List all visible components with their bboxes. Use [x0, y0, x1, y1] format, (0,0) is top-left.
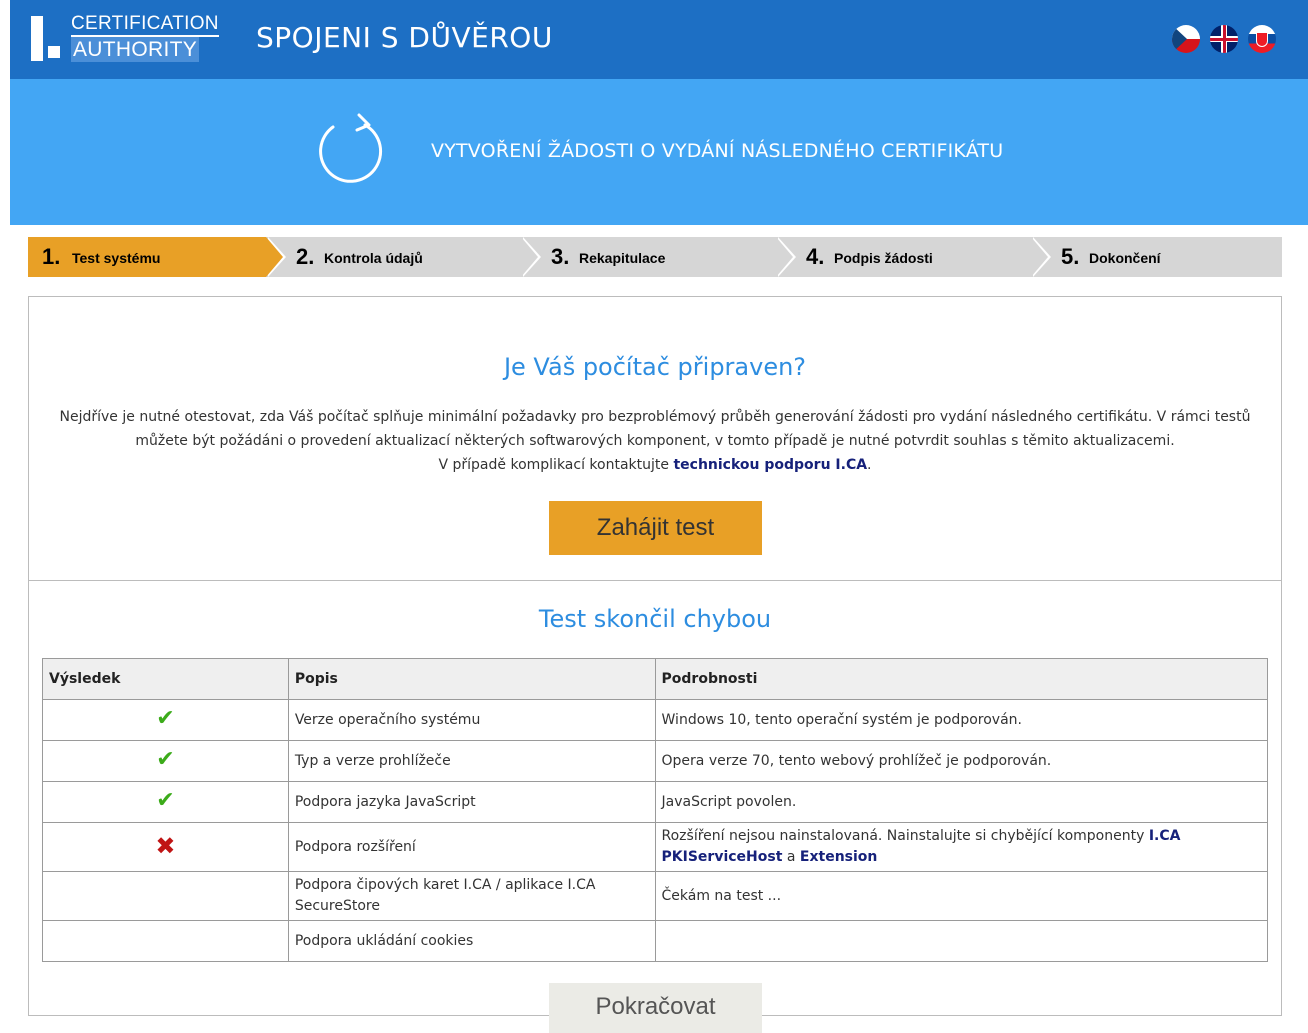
section-divider	[29, 580, 1281, 581]
step-5[interactable]: 5. Dokončení	[1031, 237, 1282, 277]
description-cell: Verze operačního systému	[287, 699, 656, 741]
table-row: Podpora ukládání cookies	[42, 920, 1269, 962]
table-row: ✔ Verze operačního systému Windows 10, t…	[42, 699, 1269, 741]
contact-suffix: .	[867, 457, 872, 473]
step-label: Podpis žádosti	[834, 250, 933, 266]
step-4[interactable]: 4. Podpis žádosti	[776, 237, 1051, 277]
support-link[interactable]: technickou podporu I.CA	[673, 457, 867, 473]
step-3[interactable]: 3. Rekapitulace	[521, 237, 796, 277]
detail-cell	[654, 920, 1269, 962]
result-cell	[42, 871, 289, 921]
extension-link[interactable]: Extension	[800, 849, 877, 865]
language-switcher	[1172, 25, 1276, 55]
detail-cell: Opera verze 70, tento webový prohlížeč j…	[654, 740, 1269, 782]
contact-prefix: V případě komplikací kontaktujte	[438, 457, 669, 473]
table-row: ✖ Podpora rozšíření Rozšíření nejsou nai…	[42, 822, 1269, 872]
description-cell: Typ a verze prohlížeče	[287, 740, 656, 782]
czech-flag-icon[interactable]	[1172, 25, 1200, 53]
step-label: Test systému	[72, 250, 161, 266]
step-label: Rekapitulace	[579, 250, 666, 266]
top-header: CERTIFICATION AUTHORITY SPOJENI S DŮVĚRO…	[10, 0, 1308, 79]
logo-line1: CERTIFICATION	[71, 13, 219, 37]
step-number: 1.	[42, 244, 61, 269]
slogan: SPOJENI S DŮVĚROU	[256, 21, 553, 54]
detail-conjunction: a	[786, 849, 796, 865]
step-number: 4.	[806, 244, 825, 269]
result-cell: ✖	[42, 822, 289, 872]
result-cell	[42, 920, 289, 962]
description-cell: Podpora rozšíření	[287, 822, 656, 872]
table-row: Podpora čipových karet I.CA / aplikace I…	[42, 871, 1269, 921]
continue-button[interactable]: Pokračovat	[549, 983, 762, 1033]
error-cross-icon: ✖	[155, 831, 176, 860]
result-cell: ✔	[42, 781, 289, 823]
logo-mark-icon	[29, 13, 63, 62]
intro-paragraph: Nejdříve je nutné otestovat, zda Váš poč…	[59, 409, 1251, 449]
checkmark-icon: ✔	[156, 747, 175, 772]
column-header: Podrobnosti	[654, 658, 1269, 700]
logo-line2: AUTHORITY	[71, 37, 200, 62]
step-number: 3.	[551, 244, 570, 269]
section-title-check: Je Váš počítač připraven?	[503, 353, 807, 381]
detail-cell: Rozšíření nejsou nainstalovaná. Nainstal…	[654, 822, 1269, 872]
table-header-row: Výsledek Popis Podrobnosti	[42, 658, 1269, 700]
checkmark-icon: ✔	[156, 706, 175, 731]
table-row: ✔ Podpora jazyka JavaScript JavaScript p…	[42, 781, 1269, 823]
refresh-icon	[319, 113, 383, 183]
progress-steps: 1. Test systému 2. Kontrola údajů 3. Rek…	[28, 237, 1282, 277]
page-title: VYTVOŘENÍ ŽÁDOSTI O VYDÁNÍ NÁSLEDNÉHO CE…	[431, 140, 1004, 162]
results-table: Výsledek Popis Podrobnosti ✔ Verze opera…	[42, 658, 1269, 962]
system-test-panel: Je Váš počítač připraven? Nejdříve je nu…	[28, 296, 1282, 1033]
detail-cell: JavaScript povolen.	[654, 781, 1269, 823]
detail-cell: Čekám na test ...	[654, 871, 1269, 921]
column-header: Popis	[287, 658, 656, 700]
result-cell: ✔	[42, 740, 289, 782]
step-2[interactable]: 2. Kontrola údajů	[266, 237, 541, 277]
uk-flag-icon[interactable]	[1210, 25, 1238, 53]
result-cell: ✔	[42, 699, 289, 741]
step-1[interactable]: 1. Test systému	[28, 237, 286, 277]
step-label: Kontrola údajů	[324, 250, 423, 266]
start-test-button[interactable]: Zahájit test	[549, 501, 762, 555]
page-banner: VYTVOŘENÍ ŽÁDOSTI O VYDÁNÍ NÁSLEDNÉHO CE…	[10, 79, 1308, 225]
section-title-results: Test skončil chybou	[538, 605, 772, 633]
detail-text: Rozšíření nejsou nainstalovaná. Nainstal…	[661, 828, 1145, 844]
step-number: 5.	[1061, 244, 1080, 269]
detail-cell: Windows 10, tento operační systém je pod…	[654, 699, 1269, 741]
table-row: ✔ Typ a verze prohlížeče Opera verze 70,…	[42, 740, 1269, 782]
step-number: 2.	[296, 244, 315, 269]
description-cell: Podpora jazyka JavaScript	[287, 781, 656, 823]
checkmark-icon: ✔	[156, 788, 175, 813]
column-header: Výsledek	[42, 658, 289, 700]
description-cell: Podpora ukládání cookies	[287, 920, 656, 962]
description-cell: Podpora čipových karet I.CA / aplikace I…	[287, 871, 656, 921]
intro-text: Nejdříve je nutné otestovat, zda Váš poč…	[39, 405, 1271, 477]
slovak-flag-icon[interactable]	[1248, 25, 1276, 53]
step-label: Dokončení	[1089, 250, 1161, 266]
ica-logo[interactable]: CERTIFICATION AUTHORITY	[29, 13, 219, 62]
